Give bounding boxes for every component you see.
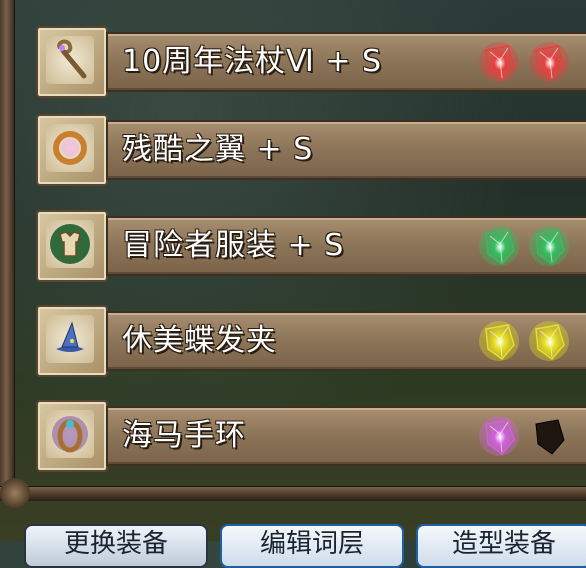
green-gem-icon[interactable] [528, 224, 570, 268]
item-name: 10周年法杖Ⅵ + S [122, 44, 383, 79]
item-name-bar[interactable]: 10周年法杖Ⅵ + S [106, 32, 586, 92]
equipment-slot-wings[interactable]: 残酷之翼 + S [36, 114, 586, 186]
red-gem-icon[interactable] [478, 40, 520, 84]
edit-layer-button[interactable]: 编辑词层 [220, 524, 404, 568]
equipment-slot-weapon[interactable]: 10周年法杖Ⅵ + S [36, 26, 586, 98]
item-name-bar[interactable]: 海马手环 [106, 406, 586, 466]
equipment-slot-armor[interactable]: 冒险者服装 + S [36, 210, 586, 282]
item-name-bar[interactable]: 冒险者服装 + S [106, 216, 586, 276]
hat-icon [46, 315, 94, 363]
item-name: 残酷之翼 + S [122, 132, 314, 167]
yellow-gem-icon[interactable] [528, 319, 570, 363]
item-name-bar[interactable]: 残酷之翼 + S [106, 120, 586, 180]
item-icon-frame[interactable] [36, 26, 108, 98]
button-label: 造型装备 [451, 529, 556, 559]
button-label: 编辑词层 [259, 529, 364, 559]
item-name: 休美蝶发夹 [122, 323, 277, 358]
frame-corner-ornament [0, 478, 30, 508]
change-equipment-button[interactable]: 更换装备 [24, 524, 208, 568]
red-gem-icon[interactable] [528, 40, 570, 84]
armor-icon [46, 220, 94, 268]
frame-left-border [0, 0, 15, 500]
item-name-bar[interactable]: 休美蝶发夹 [106, 311, 586, 371]
item-icon-frame[interactable] [36, 210, 108, 282]
costume-equipment-button[interactable]: 造型装备 [416, 524, 586, 568]
item-icon-frame[interactable] [36, 305, 108, 377]
empty-gem-slot[interactable] [528, 414, 570, 458]
green-gem-icon[interactable] [478, 224, 520, 268]
item-name: 冒险者服装 + S [122, 228, 345, 263]
gem-slots [478, 40, 570, 84]
gem-slots [478, 414, 570, 458]
item-name: 海马手环 [122, 418, 246, 453]
ring-icon [46, 124, 94, 172]
equipment-slot-bracelet[interactable]: 海马手环 [36, 400, 586, 472]
frame-bottom-border [0, 486, 586, 501]
item-icon-frame[interactable] [36, 400, 108, 472]
button-label: 更换装备 [63, 529, 168, 559]
item-icon-frame[interactable] [36, 114, 108, 186]
yellow-gem-icon[interactable] [478, 319, 520, 363]
gem-slots [478, 319, 570, 363]
gem-slots [478, 224, 570, 268]
staff-icon [46, 36, 94, 84]
bracelet-icon [46, 410, 94, 458]
purple-gem-icon[interactable] [478, 414, 520, 458]
equipment-slot-hairpin[interactable]: 休美蝶发夹 [36, 305, 586, 377]
